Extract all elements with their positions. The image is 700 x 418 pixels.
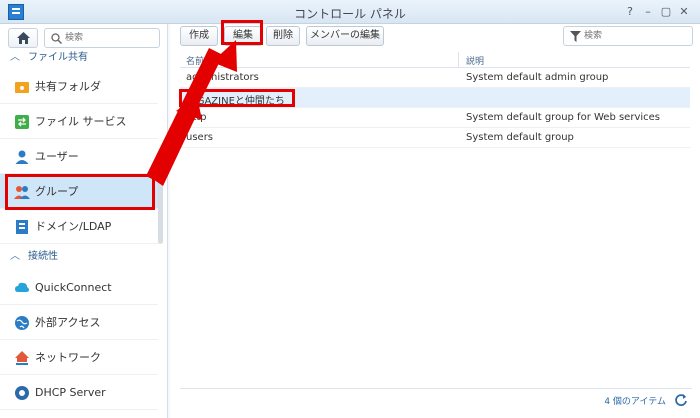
table-row-selected[interactable]: GIGAZINEと仲間たち (180, 88, 690, 108)
sidebar-item-label: ドメイン/LDAP (35, 220, 112, 233)
file-service-icon (15, 115, 29, 129)
quickconnect-icon (15, 282, 29, 292)
sidebar-search-input[interactable] (44, 28, 160, 48)
sidebar-item-label: グループ (35, 185, 79, 198)
refresh-icon[interactable] (674, 393, 688, 407)
sidebar-item-label: 共有フォルダ (35, 80, 101, 93)
section-file-sharing[interactable]: ︿ ファイル共有 (0, 48, 158, 68)
section-connectivity[interactable]: ︿ 接続性 (0, 247, 158, 267)
main-panel: 作成 編集 削除 メンバーの編集 名前 説明 administrators Sy… (170, 24, 700, 418)
close-icon[interactable]: ✕ (676, 4, 692, 20)
shared-folder-icon (15, 82, 29, 93)
title-bar: コントロール パネル ? – ▢ ✕ (0, 0, 700, 24)
dhcp-icon (15, 386, 29, 400)
section-label: ファイル共有 (28, 52, 88, 63)
toolbar: 作成 編集 削除 メンバーの編集 (170, 24, 700, 50)
group-icon (14, 186, 30, 199)
chevron-up-icon: ︿ (10, 52, 20, 63)
minimize-icon[interactable]: – (640, 4, 656, 20)
sidebar-item-file-service[interactable]: ファイル サービス (0, 104, 158, 139)
network-icon (15, 351, 29, 365)
cell-name: users (186, 132, 214, 143)
sidebar-item-domain-ldap[interactable]: ドメイン/LDAP (0, 209, 158, 244)
sidebar-scrollbar[interactable] (158, 154, 163, 244)
table-row[interactable]: administrators System default admin grou… (180, 68, 690, 88)
sidebar-item-label: ファイル サービス (35, 115, 127, 128)
table-header: 名前 説明 (180, 52, 690, 68)
sidebar-item-label: ユーザー (35, 150, 79, 163)
group-table: 名前 説明 administrators System default admi… (180, 52, 690, 148)
home-button[interactable] (8, 28, 38, 48)
cell-name: administrators (186, 72, 259, 83)
cell-description: System default group for Web services (466, 112, 660, 123)
sidebar-item-label: ネットワーク (35, 351, 101, 364)
sidebar-item-group[interactable]: グループ (0, 174, 158, 209)
home-icon (17, 32, 30, 44)
grid-search-field[interactable] (584, 29, 684, 43)
chevron-up-icon: ︿ (10, 251, 20, 262)
sidebar-item-shared-folder[interactable]: 共有フォルダ (0, 69, 158, 104)
external-access-icon (15, 316, 29, 330)
sidebar-item-label: 外部アクセス (35, 316, 101, 329)
sidebar-item-quickconnect[interactable]: QuickConnect (0, 270, 158, 305)
sidebar-item-user[interactable]: ユーザー (0, 139, 158, 174)
cell-description: System default admin group (466, 72, 609, 83)
search-icon (51, 33, 62, 44)
column-header-description[interactable]: 説明 (466, 54, 484, 67)
delete-button[interactable]: 削除 (266, 26, 300, 46)
domain-icon (16, 220, 28, 234)
window-title: コントロール パネル (294, 7, 406, 21)
status-bar: 4 個のアイテム (180, 388, 692, 410)
create-button[interactable]: 作成 (180, 26, 218, 46)
maximize-icon[interactable]: ▢ (658, 4, 674, 20)
edit-members-button[interactable]: メンバーの編集 (306, 26, 384, 46)
filter-icon (570, 31, 581, 42)
sidebar-search-field[interactable] (65, 31, 155, 45)
sidebar-item-label: DHCP Server (35, 386, 106, 399)
table-row[interactable]: http System default group for Web servic… (180, 108, 690, 128)
sidebar-item-label: QuickConnect (35, 281, 112, 294)
help-icon[interactable]: ? (622, 4, 638, 20)
section-label: 接続性 (28, 251, 58, 262)
edit-button[interactable]: 編集 (224, 26, 262, 46)
cell-name: GIGAZINEと仲間たち (186, 96, 285, 107)
table-row[interactable]: users System default group (180, 128, 690, 148)
sidebar-item-external-access[interactable]: 外部アクセス (0, 305, 158, 340)
column-header-name[interactable]: 名前 (186, 54, 204, 67)
sidebar-item-dhcp-server[interactable]: DHCP Server (0, 375, 158, 410)
cell-description: System default group (466, 132, 574, 143)
cell-name: http (186, 112, 207, 123)
sidebar: ︿ ファイル共有 共有フォルダ ファイル サービス ユーザー グループ (0, 24, 168, 418)
item-count: 4 個のアイテム (604, 397, 666, 407)
sidebar-item-network[interactable]: ネットワーク (0, 340, 158, 375)
user-icon (15, 150, 29, 164)
grid-search-input[interactable] (563, 26, 693, 46)
